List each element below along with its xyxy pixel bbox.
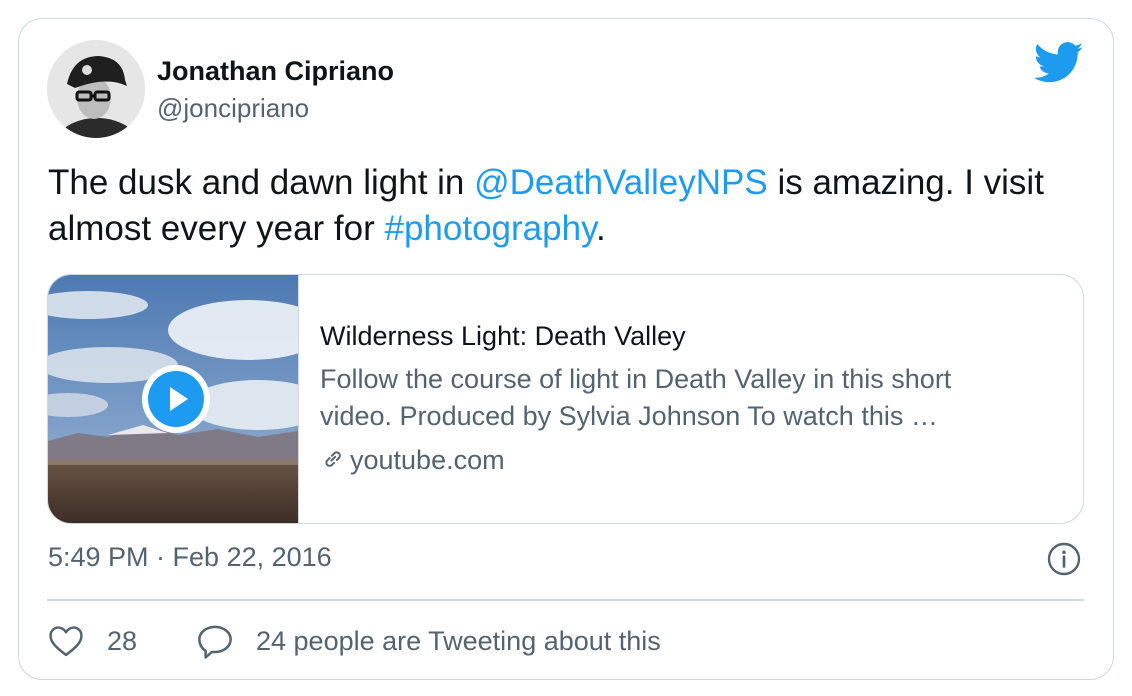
twitter-bird-icon[interactable]: [1034, 42, 1084, 84]
preview-domain[interactable]: youtube.com: [320, 445, 505, 476]
mention-link[interactable]: @DeathValleyNPS: [474, 163, 768, 202]
like-count: 28: [107, 625, 138, 656]
preview-description: Follow the course of light in Death Vall…: [320, 361, 1060, 435]
play-icon: [148, 371, 204, 427]
play-button[interactable]: [142, 365, 210, 433]
play-triangle: [170, 387, 188, 411]
preview-domain-text: youtube.com: [350, 445, 505, 475]
preview-title[interactable]: Wilderness Light: Death Valley: [320, 321, 686, 352]
tweet-text: The dusk and dawn light in @DeathValleyN…: [48, 160, 1088, 252]
tweet-text-part: .: [595, 209, 606, 248]
tweet-timestamp[interactable]: 5:49 PM · Feb 22, 2016: [48, 542, 332, 573]
avatar-image: [47, 40, 145, 138]
preview-description-line: Follow the course of light in Death Vall…: [320, 364, 952, 394]
like-button[interactable]: 28: [47, 621, 137, 661]
avatar[interactable]: [47, 40, 145, 138]
info-icon[interactable]: [1046, 541, 1082, 577]
reply-button[interactable]: 24 people are Tweeting about this: [196, 621, 661, 661]
author-name[interactable]: Jonathan Cipriano: [157, 56, 394, 87]
link-preview-card[interactable]: Wilderness Light: Death Valley Follow th…: [47, 274, 1084, 524]
tweet-text-part: The dusk and dawn light in: [48, 163, 475, 202]
preview-description-line: video. Produced by Sylvia Johnson To wat…: [320, 401, 938, 431]
reply-label: 24 people are Tweeting about this: [256, 625, 661, 656]
speech-bubble-icon: [198, 625, 232, 659]
link-icon: [325, 451, 341, 467]
hashtag-link[interactable]: #photography: [385, 209, 596, 248]
heart-icon: [49, 626, 83, 657]
author-handle[interactable]: @joncipriano: [157, 93, 309, 124]
divider: [47, 599, 1084, 601]
video-thumbnail[interactable]: [48, 275, 328, 523]
